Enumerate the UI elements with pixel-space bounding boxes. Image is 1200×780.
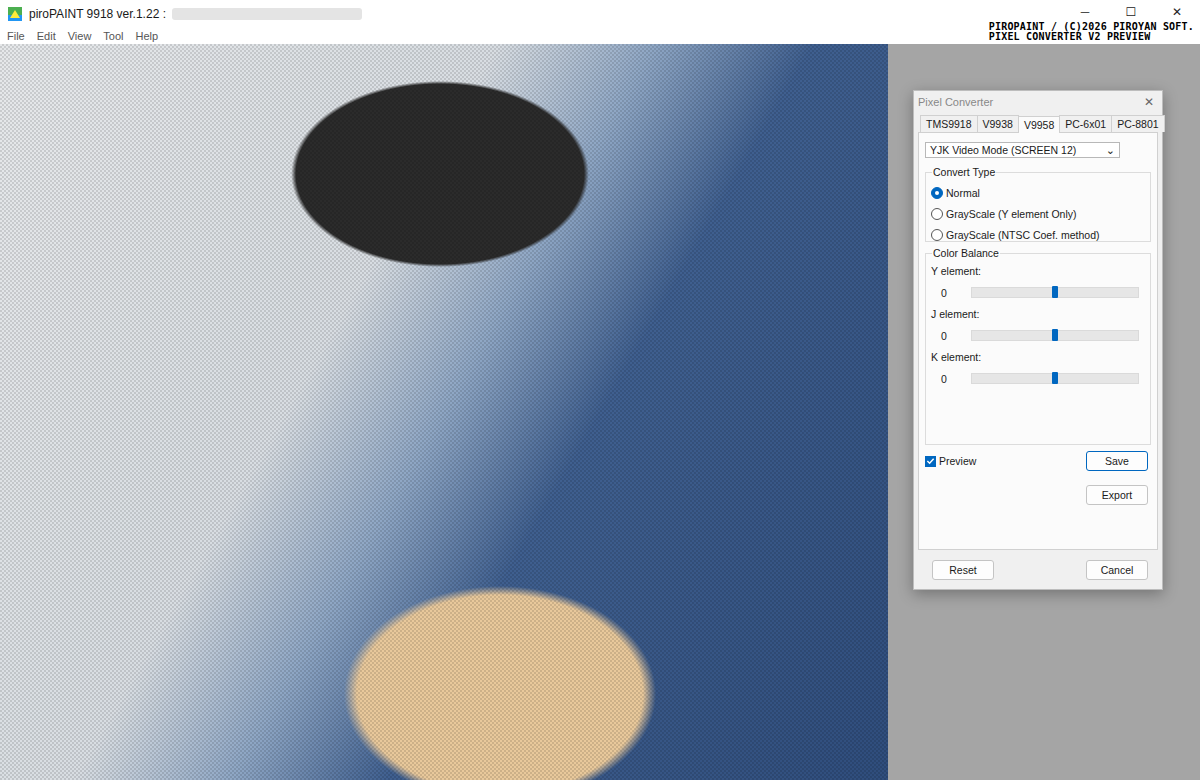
photo bbox=[0, 44, 888, 780]
preview-checkbox[interactable]: Preview bbox=[925, 453, 976, 469]
banner-line: PIROPAINT / (C)2026 PIROYAN SOFT. bbox=[989, 22, 1194, 32]
slider-row: K element: 0 bbox=[931, 351, 1145, 392]
tab[interactable]: V9938 bbox=[977, 115, 1019, 132]
window-title: piroPAINT 9918 ver.1.22 : bbox=[29, 7, 166, 21]
button[interactable]: Cancel bbox=[1086, 560, 1148, 580]
menu-item[interactable]: Help bbox=[136, 30, 159, 42]
slider-label: Y element: bbox=[931, 265, 1145, 279]
slider-track[interactable] bbox=[971, 373, 1139, 384]
group-label: Color Balance bbox=[932, 247, 1000, 259]
app-icon bbox=[7, 6, 23, 22]
slider-reading: 0 bbox=[931, 287, 971, 299]
radio-option[interactable]: GrayScale (NTSC Coef. method) bbox=[931, 224, 1145, 245]
tab[interactable]: PC-8801 bbox=[1111, 115, 1164, 132]
slider-track[interactable] bbox=[971, 330, 1139, 341]
slider-row: Y element: 0 bbox=[931, 265, 1145, 306]
radio-icon bbox=[931, 229, 943, 241]
radio-option[interactable]: GrayScale (Y element Only) bbox=[931, 203, 1145, 224]
tab-bar: TMS9918V9938V9958PC-6x01PC-8801 bbox=[918, 115, 1158, 132]
slider-reading: 0 bbox=[931, 373, 971, 385]
dialog-title: Pixel Converter bbox=[918, 96, 993, 108]
blurred-path bbox=[172, 8, 362, 20]
slider-row: J element: 0 bbox=[931, 308, 1145, 349]
app-window: piroPAINT 9918 ver.1.22 :─☐✕FileEditView… bbox=[0, 0, 1200, 780]
slider-label: K element: bbox=[931, 351, 1145, 365]
mode-dropdown[interactable]: YJK Video Mode (SCREEN 12)⌄ bbox=[925, 142, 1120, 158]
banner-line: PIXEL CONVERTER V2 PREVIEW bbox=[989, 32, 1194, 42]
tab-panel: YJK Video Mode (SCREEN 12)⌄ Convert Type N… bbox=[918, 132, 1158, 550]
convert-type-group: Convert Type NormalGrayScale (Y element O… bbox=[925, 166, 1151, 242]
radio-option[interactable]: Normal bbox=[931, 182, 1145, 203]
chevron-icon: ⌄ bbox=[1106, 145, 1115, 155]
slider-reading: 0 bbox=[931, 330, 971, 342]
menu-item[interactable]: View bbox=[68, 30, 92, 42]
button[interactable]: Reset bbox=[932, 560, 994, 580]
button[interactable]: Save bbox=[1086, 451, 1148, 471]
tab[interactable]: PC-6x01 bbox=[1059, 115, 1112, 132]
radio-icon bbox=[931, 187, 943, 199]
menu-item[interactable]: File bbox=[7, 30, 25, 42]
radio-icon bbox=[931, 208, 943, 220]
group-label: Convert Type bbox=[932, 166, 996, 178]
color-balance-group: Color BalanceY element:0J element:0K ele… bbox=[925, 247, 1151, 445]
slider-thumb[interactable] bbox=[1052, 329, 1058, 341]
pixel-converter-dialog: Pixel Converter ✕ TMS9918V9938V9958PC-6x01… bbox=[913, 90, 1163, 590]
dialog-title-bar: Pixel Converter ✕ bbox=[918, 91, 1158, 113]
menu-item[interactable]: Tool bbox=[103, 30, 123, 42]
checkbox-icon bbox=[925, 456, 936, 467]
banner: PIROPAINT / (C)2026 PIROYAN SOFT.PIXEL C… bbox=[989, 22, 1194, 42]
button[interactable]: Export bbox=[1086, 485, 1148, 505]
slider-label: J element: bbox=[931, 308, 1145, 322]
menu-item[interactable]: Edit bbox=[37, 30, 56, 42]
tab[interactable]: TMS9918 bbox=[920, 115, 978, 132]
tab[interactable]: V9958 bbox=[1018, 116, 1060, 133]
slider-track[interactable] bbox=[971, 287, 1139, 298]
close-button[interactable]: ✕ bbox=[1140, 95, 1158, 109]
workspace: Pixel Converter ✕ TMS9918V9938V9958PC-6x01… bbox=[888, 44, 1200, 780]
slider-thumb[interactable] bbox=[1052, 286, 1058, 298]
slider-thumb[interactable] bbox=[1052, 372, 1058, 384]
